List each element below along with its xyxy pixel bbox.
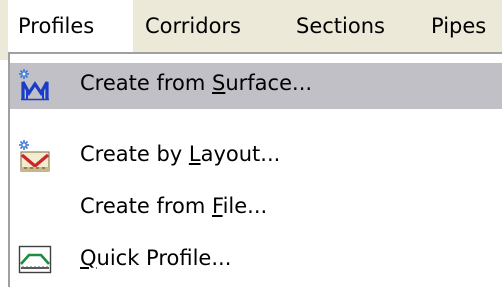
menu-bar: Profiles Corridors Sections Pipes (0, 0, 502, 60)
menu-item-label: Create from File... (80, 194, 268, 218)
menu-item-create-by-layout[interactable]: Create by Layout... (10, 134, 502, 180)
menu-profiles[interactable]: Profiles (8, 0, 133, 60)
quick-profile-icon (18, 245, 52, 274)
menu-item-quick-profile[interactable]: Quick Profile... (10, 238, 502, 284)
menu-item-label: Quick Profile... (80, 246, 232, 270)
menu-item-create-from-surface[interactable]: Create from Surface... (10, 63, 502, 109)
profiles-dropdown-menu: Create from Surface... Create by Layout.… (8, 52, 502, 287)
menu-item-label: Create by Layout... (80, 142, 281, 166)
menu-item-label: Create from Surface... (80, 71, 313, 95)
menu-corridors[interactable]: Corridors (145, 0, 241, 60)
menu-sections[interactable]: Sections (296, 0, 385, 60)
menu-item-create-from-file[interactable]: Create from File... (10, 186, 502, 232)
app-window: Profiles Corridors Sections Pipes Create… (0, 0, 502, 287)
profile-from-surface-icon (19, 69, 49, 101)
menu-pipes[interactable]: Pipes (431, 0, 486, 60)
profile-by-layout-icon (19, 140, 50, 172)
